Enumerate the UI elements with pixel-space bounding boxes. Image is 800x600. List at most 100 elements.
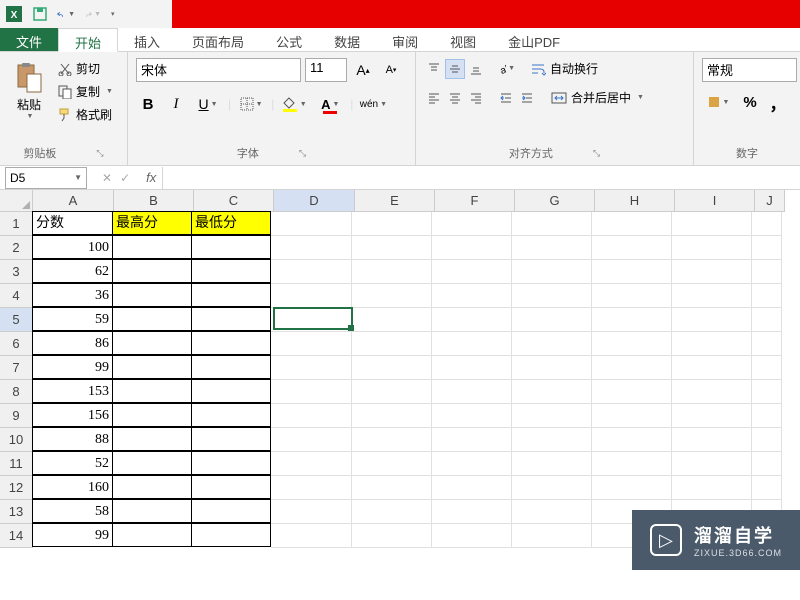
tab-data[interactable]: 数据 (318, 28, 376, 51)
cancel-formula-icon[interactable]: ✕ (102, 171, 112, 185)
cell-E11[interactable] (352, 452, 432, 476)
cell-E4[interactable] (352, 284, 432, 308)
cell-E7[interactable] (352, 356, 432, 380)
cell-J5[interactable] (752, 308, 782, 332)
cell-A5[interactable]: 59 (32, 307, 113, 331)
cell-F1[interactable] (432, 212, 512, 236)
col-header-B[interactable]: B (114, 190, 194, 212)
cell-B10[interactable] (112, 427, 192, 451)
row-header-5[interactable]: 5 (0, 308, 33, 332)
cell-C8[interactable] (191, 379, 271, 403)
row-header-4[interactable]: 4 (0, 284, 33, 308)
cell-I4[interactable] (672, 284, 752, 308)
cell-E12[interactable] (352, 476, 432, 500)
cell-B7[interactable] (112, 355, 192, 379)
cell-I2[interactable] (672, 236, 752, 260)
cell-E2[interactable] (352, 236, 432, 260)
cell-A4[interactable]: 36 (32, 283, 113, 307)
cell-H11[interactable] (592, 452, 672, 476)
cell-A2[interactable]: 100 (32, 235, 113, 259)
cell-B6[interactable] (112, 331, 192, 355)
cell-I7[interactable] (672, 356, 752, 380)
cell-D6[interactable] (271, 332, 352, 356)
underline-button[interactable]: U▼ (192, 92, 224, 116)
cell-C7[interactable] (191, 355, 271, 379)
qat-customize-icon[interactable]: ▾ (111, 10, 115, 18)
cell-B2[interactable] (112, 235, 192, 259)
cell-C13[interactable] (191, 499, 271, 523)
cell-A10[interactable]: 88 (32, 427, 113, 451)
format-painter-button[interactable]: 格式刷 (54, 104, 117, 125)
cell-B4[interactable] (112, 283, 192, 307)
percent-button[interactable]: % (738, 90, 762, 114)
comma-button[interactable]: ， (766, 90, 790, 114)
cell-G6[interactable] (512, 332, 592, 356)
cell-C4[interactable] (191, 283, 271, 307)
cell-A12[interactable]: 160 (32, 475, 113, 499)
cell-G3[interactable] (512, 260, 592, 284)
cell-E1[interactable] (352, 212, 432, 236)
cell-F9[interactable] (432, 404, 512, 428)
cell-B1[interactable]: 最高分 (112, 211, 192, 235)
accounting-format-button[interactable]: ▼ (702, 90, 734, 114)
cell-G11[interactable] (512, 452, 592, 476)
align-bottom-icon[interactable] (466, 59, 486, 79)
cell-D2[interactable] (271, 236, 352, 260)
align-left-icon[interactable] (424, 88, 444, 108)
decrease-font-icon[interactable]: A▾ (379, 58, 403, 82)
dialog-launcher-icon[interactable]: ⤡ (96, 148, 103, 159)
align-top-icon[interactable] (424, 59, 444, 79)
cell-G12[interactable] (512, 476, 592, 500)
cell-A11[interactable]: 52 (32, 451, 113, 475)
save-icon[interactable] (31, 5, 49, 23)
cell-C9[interactable] (191, 403, 271, 427)
cell-I10[interactable] (672, 428, 752, 452)
cell-J3[interactable] (752, 260, 782, 284)
cell-C6[interactable] (191, 331, 271, 355)
cell-A13[interactable]: 58 (32, 499, 113, 523)
cell-G9[interactable] (512, 404, 592, 428)
cell-C1[interactable]: 最低分 (191, 211, 271, 235)
cell-I1[interactable] (672, 212, 752, 236)
borders-button[interactable]: ▼ (235, 92, 267, 116)
cell-G7[interactable] (512, 356, 592, 380)
cell-J12[interactable] (752, 476, 782, 500)
cell-D14[interactable] (271, 524, 352, 548)
row-header-14[interactable]: 14 (0, 524, 33, 548)
cell-A8[interactable]: 153 (32, 379, 113, 403)
cell-B3[interactable] (112, 259, 192, 283)
cell-J9[interactable] (752, 404, 782, 428)
cell-D12[interactable] (271, 476, 352, 500)
cell-H3[interactable] (592, 260, 672, 284)
cell-B8[interactable] (112, 379, 192, 403)
row-header-8[interactable]: 8 (0, 380, 33, 404)
row-header-9[interactable]: 9 (0, 404, 33, 428)
name-box[interactable]: D5 ▼ (5, 167, 87, 189)
fill-color-button[interactable]: ▼ (278, 92, 310, 116)
cell-E6[interactable] (352, 332, 432, 356)
row-header-7[interactable]: 7 (0, 356, 33, 380)
tab-page-layout[interactable]: 页面布局 (176, 28, 260, 51)
cell-C14[interactable] (191, 523, 271, 547)
cell-F7[interactable] (432, 356, 512, 380)
cell-F3[interactable] (432, 260, 512, 284)
col-header-F[interactable]: F (435, 190, 515, 212)
cell-J8[interactable] (752, 380, 782, 404)
cell-J7[interactable] (752, 356, 782, 380)
cell-D3[interactable] (271, 260, 352, 284)
cell-H8[interactable] (592, 380, 672, 404)
cell-J6[interactable] (752, 332, 782, 356)
italic-button[interactable]: I (164, 92, 188, 116)
cell-F5[interactable] (432, 308, 512, 332)
cell-F8[interactable] (432, 380, 512, 404)
cell-J10[interactable] (752, 428, 782, 452)
align-center-icon[interactable] (445, 88, 465, 108)
cell-H1[interactable] (592, 212, 672, 236)
cell-J1[interactable] (752, 212, 782, 236)
cell-E5[interactable] (352, 308, 432, 332)
formula-bar[interactable] (162, 167, 800, 189)
cell-I12[interactable] (672, 476, 752, 500)
cell-H9[interactable] (592, 404, 672, 428)
cell-H10[interactable] (592, 428, 672, 452)
paste-button[interactable]: 粘贴 ▼ (8, 58, 50, 124)
